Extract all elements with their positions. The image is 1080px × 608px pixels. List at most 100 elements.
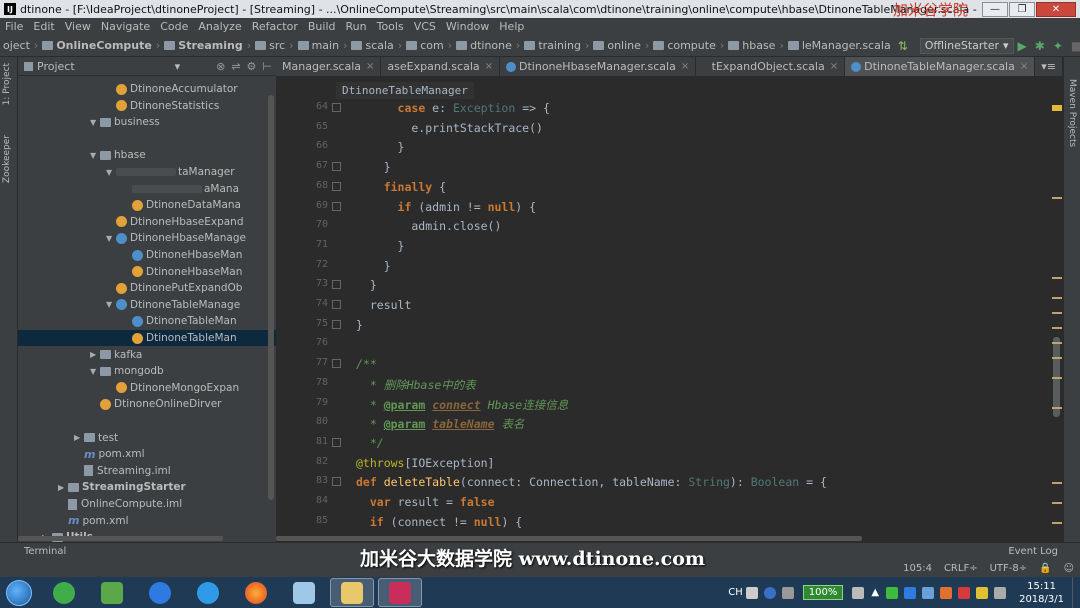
menu-window[interactable]: Window <box>441 20 494 33</box>
tree-item[interactable]: Streaming.iml <box>18 463 276 479</box>
file-encoding[interactable]: UTF-8÷ <box>990 563 1028 574</box>
nav-crumb[interactable]: OnlineCompute <box>39 39 155 52</box>
tree-item[interactable]: ▼ DtinoneTableManage <box>18 297 276 313</box>
run-icon[interactable]: ▶ <box>1018 39 1027 53</box>
error-stripe-marker[interactable] <box>1052 407 1062 409</box>
taskbar-app-3[interactable] <box>138 578 182 607</box>
tree-item[interactable]: DtinoneHbaseMan <box>18 264 276 280</box>
editor-tab[interactable]: DtinoneHbaseManager.scala × <box>500 57 697 76</box>
maven-projects-tab[interactable]: Maven Projects <box>1067 79 1077 147</box>
error-stripe-marker[interactable] <box>1052 197 1062 199</box>
maximize-button[interactable]: ❐ <box>1009 1 1035 17</box>
menu-vcs[interactable]: VCS <box>409 20 441 33</box>
minimize-button[interactable]: — <box>982 1 1008 17</box>
fold-icon[interactable] <box>332 437 341 447</box>
tray-app-icon[interactable] <box>904 586 917 599</box>
debug-icon[interactable]: ✱ <box>1035 39 1045 53</box>
code-line[interactable]: e.printStackTrace() <box>356 121 543 135</box>
fold-icon[interactable] <box>332 477 341 487</box>
menu-build[interactable]: Build <box>303 20 341 33</box>
zookeeper-tool-tab[interactable]: Zookeeper <box>2 135 12 183</box>
code-line[interactable]: } <box>356 259 391 273</box>
tray-chevron-icon[interactable]: ▲ <box>871 587 879 598</box>
tree-item[interactable]: DtinonePutExpandOb <box>18 280 276 296</box>
line-separator[interactable]: CRLF÷ <box>944 563 978 574</box>
lock-icon[interactable]: 🔒 <box>1039 563 1051 574</box>
coverage-icon[interactable]: ✦ <box>1053 39 1063 53</box>
expand-arrow-icon[interactable]: ▼ <box>106 234 116 243</box>
code-line[interactable]: */ <box>356 436 384 450</box>
tree-item[interactable]: DtinoneOnlineDirver <box>18 396 276 412</box>
close-button[interactable]: ✕ <box>1036 1 1076 17</box>
battery-indicator[interactable]: 100% <box>802 585 844 600</box>
code-editor[interactable]: 64 case e: Exception => {65 e.printStack… <box>276 99 1046 542</box>
code-line[interactable]: /** <box>356 357 377 371</box>
tray-app-icon[interactable] <box>922 586 935 599</box>
event-log-tab[interactable]: Event Log <box>1008 546 1058 557</box>
show-desktop-button[interactable] <box>1072 577 1080 608</box>
taskbar-app-4[interactable] <box>186 578 230 607</box>
fold-icon[interactable] <box>332 103 341 112</box>
tree-item[interactable]: m pom.xml <box>18 513 276 529</box>
menu-help[interactable]: Help <box>494 20 529 33</box>
menu-file[interactable]: File <box>0 20 28 33</box>
intellij-taskbar-icon[interactable] <box>378 578 422 607</box>
expand-arrow-icon[interactable]: ▼ <box>90 118 100 127</box>
nav-crumb[interactable]: dtinone <box>453 39 515 52</box>
nav-crumb[interactable]: oject <box>0 39 33 52</box>
code-line[interactable]: } <box>356 160 391 174</box>
error-stripe-marker[interactable] <box>1052 312 1062 314</box>
nav-crumb[interactable]: compute <box>650 39 719 52</box>
expand-arrow-icon[interactable]: ▶ <box>58 483 68 492</box>
code-line[interactable]: } <box>356 239 405 253</box>
error-stripe-marker[interactable] <box>1052 277 1062 279</box>
menu-tools[interactable]: Tools <box>372 20 409 33</box>
tree-item[interactable] <box>18 413 276 429</box>
close-tab-icon[interactable]: × <box>485 61 493 72</box>
fold-icon[interactable] <box>332 319 341 329</box>
nav-crumb[interactable]: hbase <box>725 39 778 52</box>
tree-item[interactable]: DtinoneAccumulator <box>18 81 276 97</box>
signal-icon[interactable] <box>994 586 1007 599</box>
hector-icon[interactable]: ☺ <box>1064 563 1074 574</box>
editor-breadcrumb[interactable]: DtinoneTableManager <box>336 82 474 99</box>
tree-item[interactable]: ▶ test <box>18 430 276 446</box>
fold-icon[interactable] <box>332 359 341 369</box>
taskbar-app-1[interactable] <box>42 578 86 607</box>
tree-item[interactable]: OnlineCompute.iml <box>18 496 276 512</box>
tray-app-icon[interactable] <box>976 586 989 599</box>
code-line[interactable]: } <box>356 140 405 154</box>
nav-crumb[interactable]: training <box>521 39 584 52</box>
menu-run[interactable]: Run <box>341 20 372 33</box>
tree-item[interactable]: m pom.xml <box>18 446 276 462</box>
plug-icon[interactable] <box>852 586 865 599</box>
nav-crumb[interactable]: scala <box>348 39 396 52</box>
help-icon[interactable] <box>763 586 776 599</box>
close-tab-icon[interactable]: × <box>1020 61 1028 72</box>
menu-refactor[interactable]: Refactor <box>247 20 303 33</box>
tray-app-icon[interactable] <box>940 586 953 599</box>
fold-icon[interactable] <box>332 181 341 191</box>
code-line[interactable]: if (connect != null) { <box>356 515 522 529</box>
project-horizontal-scrollbar[interactable] <box>18 536 223 541</box>
tree-item[interactable]: aMana <box>18 181 276 197</box>
nav-crumb[interactable]: src <box>252 39 288 52</box>
language-indicator[interactable]: CH <box>728 587 743 598</box>
error-stripe-marker[interactable] <box>1052 105 1062 111</box>
code-line[interactable]: if (admin != null) { <box>356 200 537 214</box>
expand-arrow-icon[interactable]: ▼ <box>106 168 116 177</box>
tree-item[interactable]: DtinoneStatistics <box>18 98 276 114</box>
tree-item[interactable]: ▶ StreamingStarter <box>18 479 276 495</box>
error-stripe-marker[interactable] <box>1052 357 1062 359</box>
terminal-tab[interactable]: Terminal <box>24 546 66 557</box>
firefox-icon[interactable] <box>234 578 278 607</box>
menu-analyze[interactable]: Analyze <box>193 20 246 33</box>
menu-edit[interactable]: Edit <box>28 20 59 33</box>
tree-item[interactable]: DtinoneTableMan <box>18 330 276 346</box>
expand-arrow-icon[interactable]: ▼ <box>90 367 100 376</box>
code-line[interactable]: case e: Exception => { <box>356 101 550 115</box>
code-line[interactable]: var result = false <box>356 495 495 509</box>
tree-item[interactable]: ▼ DtinoneHbaseManage <box>18 230 276 246</box>
code-line[interactable]: * 删除Hbase中的表 <box>356 377 476 393</box>
file-explorer-icon[interactable] <box>330 578 374 607</box>
